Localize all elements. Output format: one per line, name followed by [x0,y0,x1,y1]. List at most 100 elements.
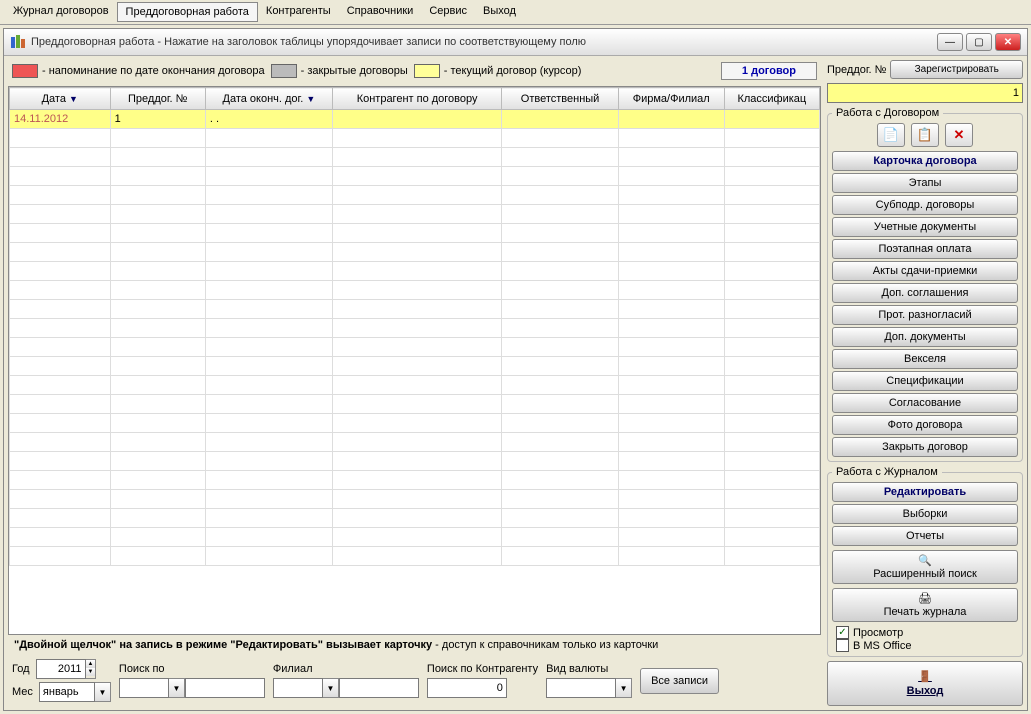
table-cell[interactable] [10,319,111,338]
maximize-button[interactable]: ▢ [966,33,992,51]
table-cell[interactable] [10,243,111,262]
table-cell[interactable] [332,528,501,547]
table-cell[interactable] [205,129,332,148]
table-cell[interactable] [618,148,724,167]
table-cell[interactable] [332,205,501,224]
column-header[interactable]: Дата оконч. дог. ▼ [205,88,332,110]
table-cell[interactable] [10,300,111,319]
table-cell[interactable] [10,509,111,528]
print-journal-button[interactable]: 🖨Печать журнала [832,588,1018,622]
table-row[interactable] [10,528,820,547]
table-cell[interactable] [205,300,332,319]
table-cell[interactable] [618,376,724,395]
table-cell[interactable] [110,205,205,224]
table-cell[interactable] [332,395,501,414]
register-button[interactable]: Зарегистрировать [890,60,1023,79]
table-cell[interactable] [110,262,205,281]
sidebar-journal-button[interactable]: Редактировать [832,482,1018,502]
table-cell[interactable] [205,376,332,395]
table-cell[interactable] [205,148,332,167]
table-cell[interactable] [724,376,819,395]
table-cell[interactable] [618,433,724,452]
table-cell[interactable] [205,414,332,433]
table-cell[interactable] [110,395,205,414]
table-cell[interactable] [332,224,501,243]
table-cell[interactable] [110,414,205,433]
table-cell[interactable] [618,319,724,338]
table-cell[interactable] [502,433,618,452]
table-cell[interactable] [10,395,111,414]
table-cell[interactable] [205,224,332,243]
table-cell[interactable] [332,186,501,205]
table-cell[interactable] [110,490,205,509]
table-cell[interactable] [332,319,501,338]
ka-id-input[interactable] [427,678,507,698]
table-cell[interactable] [205,167,332,186]
table-cell[interactable] [724,243,819,262]
table-cell[interactable] [332,433,501,452]
table-cell[interactable] [618,547,724,566]
table-cell[interactable] [205,262,332,281]
table-cell[interactable] [110,281,205,300]
table-cell[interactable] [205,319,332,338]
ext-search-button[interactable]: 🔍Расширенный поиск [832,550,1018,584]
table-row[interactable] [10,490,820,509]
table-cell[interactable] [205,471,332,490]
table-cell[interactable] [10,338,111,357]
table-cell[interactable] [205,528,332,547]
sidebar-action-button[interactable]: Карточка договора [832,151,1018,171]
table-cell[interactable] [205,433,332,452]
table-cell[interactable] [724,300,819,319]
menu-item[interactable]: Справочники [339,2,422,22]
exit-button[interactable]: 🚪 Выход [827,661,1023,706]
table-cell[interactable] [10,414,111,433]
table-cell[interactable] [10,224,111,243]
table-cell[interactable] [502,357,618,376]
table-cell[interactable] [332,281,501,300]
table-cell[interactable] [332,376,501,395]
table-cell[interactable] [332,243,501,262]
table-cell[interactable] [618,414,724,433]
table-cell[interactable] [618,395,724,414]
search-field-combo[interactable] [119,678,169,698]
table-cell[interactable] [502,414,618,433]
month-dropdown[interactable]: ▼ [95,682,111,702]
table-cell[interactable] [502,376,618,395]
table-cell[interactable] [110,300,205,319]
table-cell[interactable] [502,243,618,262]
table-cell[interactable] [724,281,819,300]
table-cell[interactable] [332,129,501,148]
table-cell[interactable] [724,224,819,243]
table-cell[interactable] [205,205,332,224]
table-cell[interactable] [10,148,111,167]
table-row[interactable] [10,186,820,205]
column-header[interactable]: Ответственный [502,88,618,110]
sidebar-action-button[interactable]: Прот. разногласий [832,305,1018,325]
table-cell[interactable] [502,471,618,490]
table-cell[interactable] [502,528,618,547]
sidebar-action-button[interactable]: Спецификации [832,371,1018,391]
table-cell[interactable] [10,129,111,148]
copy-doc-button[interactable]: 📋 [911,123,939,147]
table-cell[interactable] [205,452,332,471]
table-cell[interactable] [724,528,819,547]
all-records-button[interactable]: Все записи [640,668,719,694]
table-cell[interactable] [205,186,332,205]
table-cell[interactable] [724,338,819,357]
table-cell[interactable] [10,205,111,224]
sidebar-journal-button[interactable]: Отчеты [832,526,1018,546]
sidebar-action-button[interactable]: Субподр. договоры [832,195,1018,215]
table-cell[interactable] [10,528,111,547]
table-cell[interactable] [502,490,618,509]
table-cell[interactable] [724,110,819,129]
table-cell[interactable] [110,224,205,243]
table-cell[interactable] [205,243,332,262]
table-cell[interactable] [502,262,618,281]
table-cell[interactable] [724,509,819,528]
table-cell[interactable] [110,528,205,547]
sidebar-action-button[interactable]: Согласование [832,393,1018,413]
table-cell[interactable] [205,490,332,509]
sidebar-action-button[interactable]: Фото договора [832,415,1018,435]
table-cell[interactable] [502,452,618,471]
table-cell[interactable] [110,319,205,338]
